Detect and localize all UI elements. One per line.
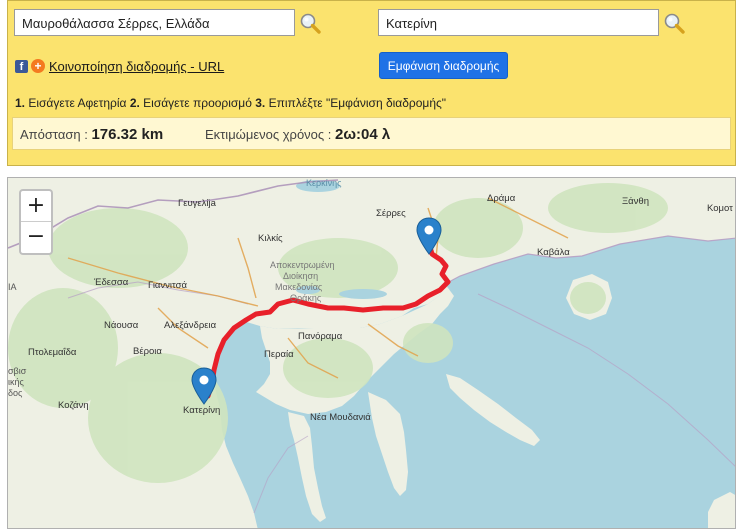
step2-text: Εισάγετε προορισμό bbox=[143, 96, 252, 110]
label-ptolemaida: Πτολεμαΐδα bbox=[28, 347, 77, 358]
label-katerini: Κατερίνη bbox=[183, 405, 220, 416]
distance-value: 176.32 km bbox=[91, 126, 164, 143]
destination-search-icon[interactable] bbox=[663, 12, 685, 34]
label-alexandreia: Αλεξάνδρεια bbox=[164, 320, 217, 331]
label-xanthi: Ξάνθη bbox=[622, 196, 649, 207]
distance-stat: Απόσταση : 176.32 km bbox=[20, 126, 163, 143]
label-dioikisi: Διοίκηση bbox=[283, 271, 318, 281]
label-naousa: Νάουσα bbox=[104, 320, 139, 331]
step3-text: Επιπλέξτε "Εμφάνιση διαδρομής" bbox=[268, 96, 447, 110]
zoom-control: + − bbox=[19, 189, 53, 255]
zoom-out-button[interactable]: − bbox=[21, 222, 51, 252]
label-edge-dos: δος bbox=[8, 388, 23, 398]
label-makedonias: Μακεδονίας bbox=[275, 282, 323, 292]
label-edge-ia: ΙΑ bbox=[8, 282, 17, 292]
route-map[interactable]: Κερκίνης Γευγελίja Σέρρες Δράμα Ξάνθη Κο… bbox=[7, 177, 736, 529]
lake-volvi bbox=[339, 289, 387, 299]
destination-input[interactable]: Κατερίνη bbox=[378, 9, 659, 36]
label-panorama: Πανόραμα bbox=[298, 331, 343, 342]
sea-boundary bbox=[477, 293, 735, 467]
show-route-button[interactable]: Εμφάνιση διαδρομής bbox=[379, 52, 508, 79]
land-athos bbox=[446, 374, 540, 446]
land-sithonia bbox=[368, 392, 408, 496]
label-drama: Δράμα bbox=[487, 193, 516, 204]
label-edge-iki: ικής bbox=[8, 377, 25, 387]
label-veroia: Βέροια bbox=[133, 346, 162, 357]
route-form-panel: Μαυροθάλασσα Σέρρες, Ελλάδα Κατερίνη f +… bbox=[7, 0, 736, 166]
step2-number: 2. bbox=[129, 96, 140, 110]
label-komot: Κομοτ bbox=[707, 203, 733, 214]
label-kozani: Κοζάνη bbox=[58, 400, 89, 411]
land-samothraki bbox=[708, 492, 735, 528]
map-canvas[interactable]: Κερκίνης Γευγελίja Σέρρες Δράμα Ξάνθη Κο… bbox=[8, 178, 736, 529]
label-apokentromeni: Αποκεντρωμένη bbox=[270, 260, 335, 270]
label-edessa: Έδεσσα bbox=[93, 277, 129, 288]
label-nea-moudania: Νέα Μουδανιά bbox=[310, 412, 371, 423]
label-gevgelija: Γευγελίja bbox=[178, 198, 217, 209]
time-stat: Εκτιμώμενος χρόνος : 2ω:04 λ bbox=[205, 126, 390, 143]
label-edge-vis: σβισ bbox=[8, 366, 27, 376]
route-stats: Απόσταση : 176.32 km Εκτιμώμενος χρόνος … bbox=[12, 117, 731, 150]
label-kerkinis: Κερκίνης bbox=[306, 178, 342, 188]
origin-input[interactable]: Μαυροθάλασσα Σέρρες, Ελλάδα bbox=[14, 9, 295, 36]
label-kavala: Καβάλα bbox=[537, 247, 570, 258]
origin-search-icon[interactable] bbox=[299, 12, 321, 34]
land-kassandra bbox=[288, 412, 326, 522]
label-kilkis: Κιλκίς bbox=[258, 233, 283, 244]
step1-number: 1. bbox=[15, 96, 26, 110]
zoom-in-button[interactable]: + bbox=[21, 191, 51, 222]
label-perea: Περαία bbox=[264, 349, 294, 360]
label-giannitsa: Γιαννιτσά bbox=[148, 280, 188, 291]
facebook-icon[interactable]: f bbox=[15, 60, 28, 73]
time-label: Εκτιμώμενος χρόνος : bbox=[205, 127, 332, 142]
time-value: 2ω:04 λ bbox=[335, 126, 391, 143]
share-route-link[interactable]: Κοινοποίηση διαδρομής - URL bbox=[49, 59, 224, 74]
step3-number: 3. bbox=[255, 96, 266, 110]
label-thrakis: Θράκης bbox=[290, 293, 322, 303]
distance-label: Απόσταση : bbox=[20, 127, 88, 142]
add-share-icon[interactable]: + bbox=[31, 59, 45, 73]
instructions: 1. Εισάγετε Αφετηρία 2. Εισάγετε προορισ… bbox=[15, 96, 446, 110]
label-serres: Σέρρες bbox=[376, 208, 406, 219]
step1-text: Εισάγετε Αφετηρία bbox=[28, 96, 127, 110]
